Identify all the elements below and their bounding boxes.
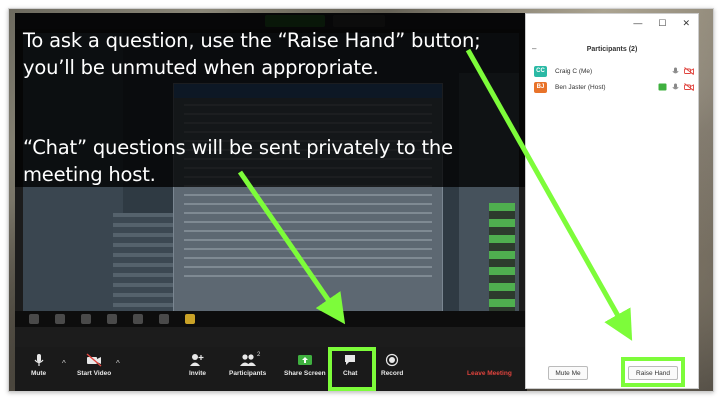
share-screen-button[interactable]: Share Screen [284,353,326,377]
invite-label: Invite [189,370,206,377]
participants-panel: — ☐ ✕ – Participants (2) CC Craig C (Me) [525,13,699,389]
close-icon[interactable]: ✕ [682,18,690,29]
participant-name: Ben Jaster (Host) [555,83,606,91]
participant-row[interactable]: CC Craig C (Me) [534,64,694,78]
caption-overlay: To ask a question, use the “Raise Hand” … [15,13,527,187]
mute-label: Mute [31,370,47,377]
taskbar-icon [55,314,65,324]
shared-taskbar [15,311,527,327]
video-off-icon[interactable] [684,67,694,75]
mute-me-button[interactable]: Mute Me [548,366,588,380]
video-off-icon[interactable] [684,83,694,91]
microphone-icon [34,354,44,366]
share-screen-label: Share Screen [284,370,326,377]
maximize-icon[interactable]: ☐ [658,18,666,29]
participants-panel-title: Participants (2) [586,46,638,53]
microphone-icon[interactable] [672,67,679,76]
taskbar-icon [133,314,143,324]
taskbar-icon [107,314,117,324]
record-button[interactable]: Record [381,353,403,377]
meeting-toolbar: Mute ^ Start Video ^ Invite Participants… [15,347,527,391]
chevron-up-icon[interactable]: ^ [116,359,120,368]
add-person-icon [190,354,204,366]
record-label: Record [381,370,404,377]
taskbar-icon [81,314,91,324]
mute-button[interactable]: Mute [31,353,46,377]
slide-frame: To ask a question, use the “Raise Hand” … [8,8,714,392]
avatar: CC [534,65,547,77]
participants-count-badge: 2 [257,352,261,358]
video-camera-off-icon [86,353,102,367]
participant-name: Craig C (Me) [555,67,593,75]
start-video-button[interactable]: Start Video [77,353,111,377]
share-screen-icon [297,355,312,365]
chat-highlight-box [328,347,376,391]
minimize-icon[interactable]: — [633,18,642,29]
avatar: BJ [534,81,547,93]
chevron-up-icon[interactable]: ^ [62,359,66,368]
chat-caption: “Chat” questions will be sent privately … [23,136,453,186]
leave-meeting-button[interactable]: Leave Meeting [467,370,512,377]
participants-icon [239,354,256,366]
raise-hand-caption: To ask a question, use the “Raise Hand” … [23,29,481,79]
microphone-icon[interactable] [672,83,679,92]
invite-button[interactable]: Invite [189,353,206,377]
start-video-label: Start Video [77,370,112,377]
window-controls: — ☐ ✕ [633,18,690,29]
raise-hand-highlight-box [621,357,685,387]
taskbar-icon [159,314,169,324]
record-icon [386,353,399,367]
taskbar-icon [29,314,39,324]
shared-green-cells [489,203,515,313]
participants-label: Participants [229,370,267,377]
screen-share-icon [658,83,667,91]
participants-button[interactable]: Participants [229,353,266,377]
taskbar-icon [185,314,195,324]
participant-row[interactable]: BJ Ben Jaster (Host) [534,80,694,94]
